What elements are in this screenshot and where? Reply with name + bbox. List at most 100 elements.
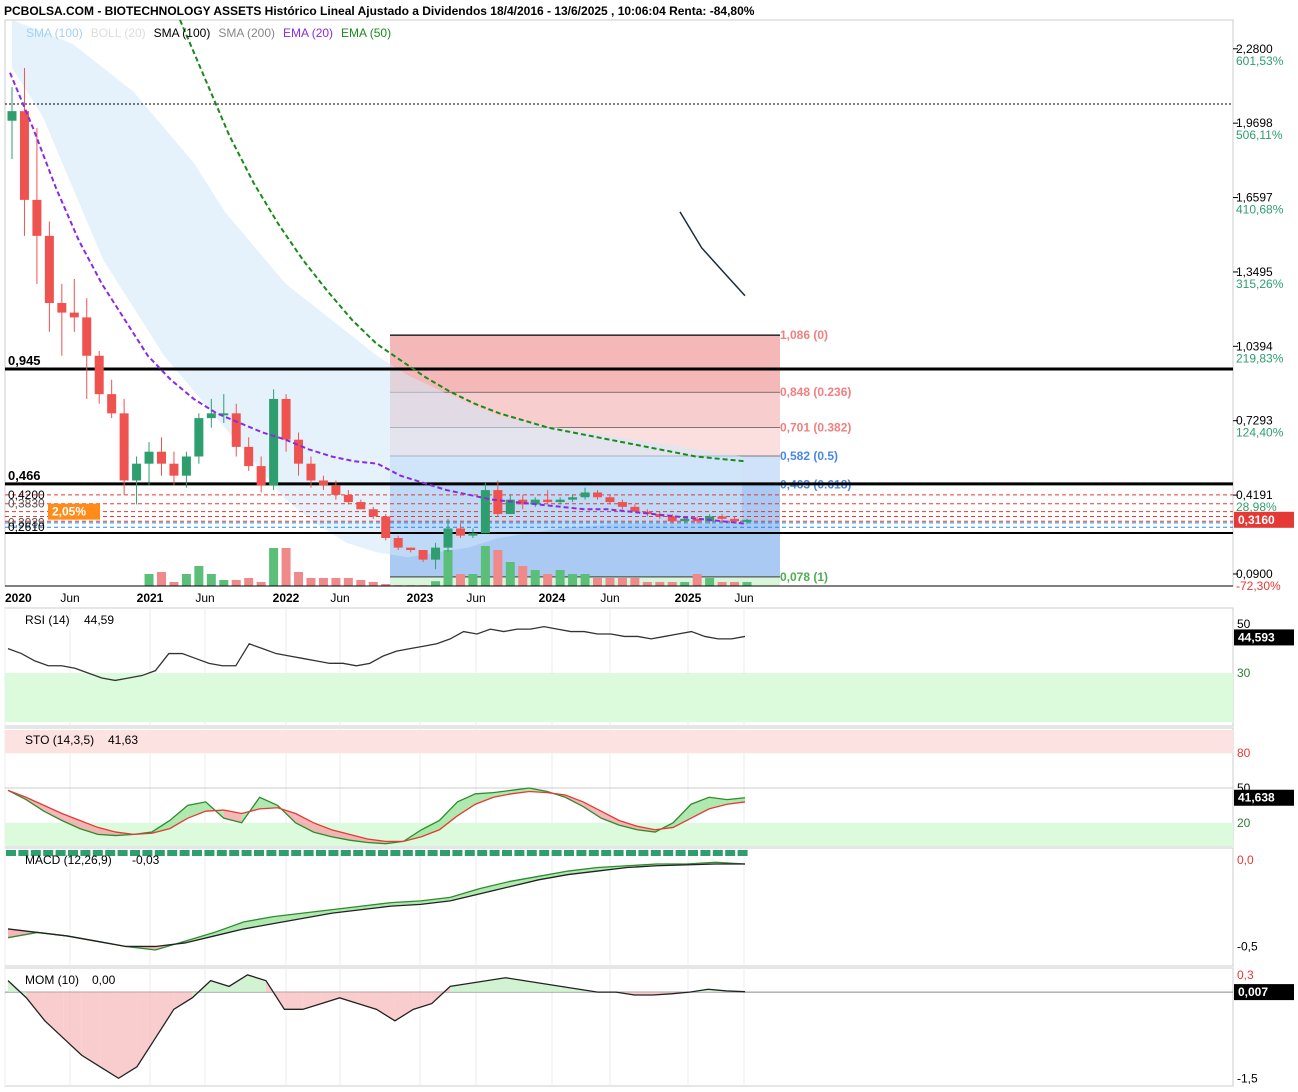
candle-body: [381, 516, 391, 539]
macd-histogram-bar: [167, 850, 178, 856]
candle-body: [493, 490, 503, 515]
volume-bar: [568, 574, 578, 586]
fib-label: 1,086 (0): [780, 328, 828, 342]
candle-body: [580, 492, 590, 498]
candle-body: [468, 533, 478, 536]
macd-histogram-bar: [427, 850, 438, 856]
candle-body: [19, 111, 29, 200]
volume-bar: [742, 582, 752, 586]
volume-bar: [505, 562, 515, 586]
candle-body: [443, 528, 453, 548]
candle-body: [455, 528, 465, 536]
volume-bar: [705, 578, 715, 586]
candle-body: [231, 413, 241, 447]
candle-body: [331, 485, 341, 495]
volume-bar: [318, 578, 328, 586]
volume-bar: [206, 574, 216, 586]
volume-bar: [244, 578, 254, 586]
macd-histogram-bar: [564, 850, 574, 856]
legend-entry: EMA (20): [283, 26, 333, 40]
volume-bar: [580, 574, 590, 586]
sto-oversold-zone: [5, 822, 1233, 846]
candle-body: [742, 519, 752, 522]
candle-body: [57, 303, 67, 313]
macd-histogram-bar: [452, 850, 463, 856]
candle-body: [206, 413, 216, 419]
macd-histogram-bar: [291, 850, 302, 856]
legend-entry: SMA (200): [218, 26, 275, 40]
macd-histogram-bar: [526, 850, 537, 856]
macd-histogram-bar: [601, 850, 612, 856]
volume-bar: [144, 574, 154, 586]
x-tick-label: Jun: [330, 591, 349, 605]
volume-bar: [555, 570, 565, 586]
x-tick-label: Jun: [600, 591, 619, 605]
candle-body: [680, 518, 690, 522]
volume-bar: [642, 582, 652, 586]
macd-histogram-bar: [316, 850, 326, 856]
candle-body: [244, 446, 254, 467]
rsi-value: 44,59: [84, 613, 114, 627]
macd-histogram-bar: [725, 850, 736, 856]
macd-level: -0,5: [1237, 939, 1258, 953]
volume-bar: [667, 582, 677, 586]
candle-body: [281, 398, 291, 440]
candle-body: [717, 516, 727, 519]
candle-body: [356, 502, 366, 510]
volume-bar: [194, 566, 204, 586]
candle-body: [555, 499, 565, 503]
rsi-level: 50: [1237, 617, 1251, 631]
macd-histogram-bar: [415, 850, 426, 856]
candle-body: [318, 480, 328, 486]
volume-bar: [493, 550, 503, 586]
volume-bar: [306, 578, 316, 586]
candle-body: [269, 398, 279, 486]
macd-histogram-bar: [650, 850, 661, 856]
macd-histogram-bar: [303, 850, 314, 856]
rsi-title: RSI (14): [25, 613, 70, 627]
volume-bar: [219, 580, 229, 586]
macd-histogram-bar: [440, 850, 450, 856]
candle-body: [132, 463, 142, 481]
candle-body: [368, 509, 378, 517]
volume-bar: [518, 566, 528, 586]
candle-body: [568, 497, 578, 500]
volume-bar: [605, 578, 615, 586]
candle-body: [593, 492, 603, 498]
legend-entry: BOLL (20): [91, 26, 146, 40]
macd-histogram-bar: [365, 850, 376, 856]
macd-histogram-bar: [576, 850, 587, 856]
volume-bar: [181, 574, 191, 586]
macd-histogram-bar: [539, 850, 550, 856]
volume-bar: [281, 548, 291, 586]
candle-body: [605, 497, 615, 503]
level-label: 0,3830: [8, 497, 45, 511]
volume-bar: [680, 582, 690, 586]
candle-body: [730, 518, 740, 522]
macd-histogram-bar: [204, 850, 215, 856]
macd-histogram-bar: [229, 850, 240, 856]
macd-histogram-bar: [489, 850, 500, 856]
legend-entry: SMA (100): [154, 26, 211, 40]
rsi-oversold-zone: [5, 673, 1233, 722]
volume-bar: [617, 578, 627, 586]
fib-label: 0,582 (0.5): [780, 449, 838, 463]
sto-level: 20: [1237, 816, 1251, 830]
fib-label: 0,701 (0.382): [780, 420, 851, 434]
pct-tick-label: 315,26%: [1236, 277, 1284, 291]
x-tick-label: Jun: [734, 591, 753, 605]
macd-histogram-bar: [117, 850, 128, 856]
macd-histogram-bar: [353, 850, 364, 856]
macd-histogram-bar: [328, 850, 339, 856]
macd-histogram-bar: [179, 850, 190, 856]
macd-histogram-bar: [192, 850, 202, 856]
indicator-fill: [118, 992, 137, 1079]
x-tick-label: Jun: [195, 591, 214, 605]
candle-body: [169, 463, 179, 476]
pct-tick-label: 506,11%: [1236, 128, 1283, 142]
candle-body: [431, 547, 441, 560]
mom-value: 0,00: [92, 973, 116, 987]
volume-bar: [717, 582, 727, 586]
indicator-fill: [81, 992, 101, 1067]
level-label: 0,945: [8, 353, 41, 368]
